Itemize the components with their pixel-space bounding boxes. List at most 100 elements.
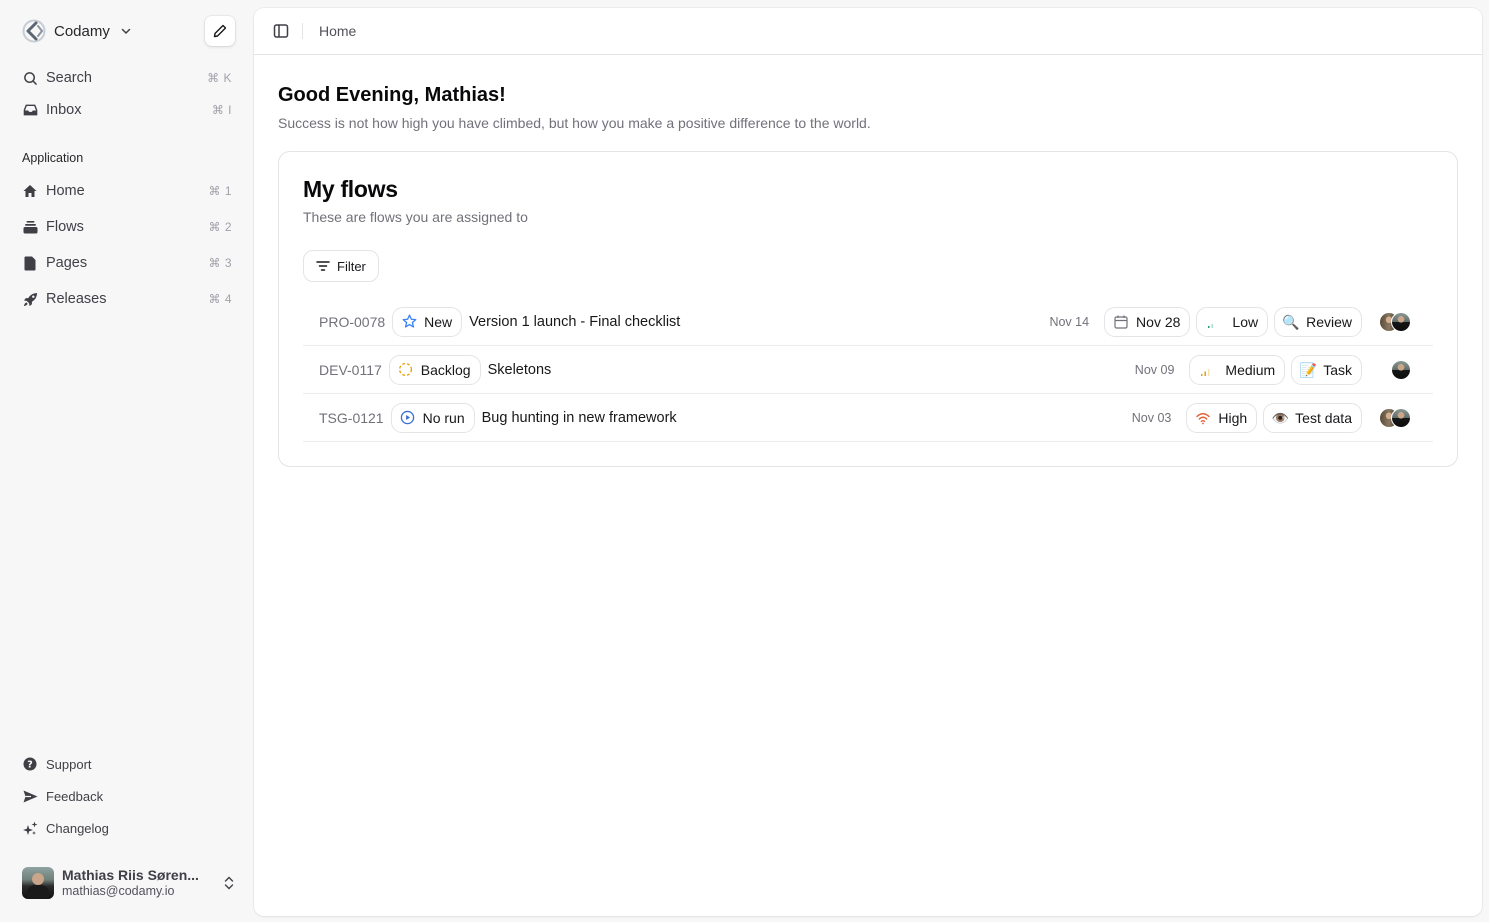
sidebar-item-changelog[interactable]: Changelog [14, 815, 240, 841]
flow-row[interactable]: PRO-0078 New Version 1 launch - Final ch… [303, 298, 1433, 346]
user-name: Mathias Riis Søren... [62, 867, 199, 883]
flow-id: PRO-0078 [319, 313, 386, 330]
pencil-icon [213, 24, 227, 38]
status-label: New [424, 313, 453, 330]
page-subtitle: Success is not how high you have climbed… [278, 115, 871, 131]
flow-date: Nov 14 [1049, 314, 1090, 329]
filter-button[interactable]: Filter [303, 250, 379, 282]
breadcrumb[interactable]: Home [319, 23, 356, 39]
priority-badge[interactable]: Low [1196, 306, 1269, 337]
status-badge[interactable]: New [392, 306, 463, 337]
avatar [1391, 407, 1411, 428]
question-circle-icon: ? [22, 756, 38, 772]
assignees[interactable] [1377, 359, 1411, 380]
signal-low-icon [1205, 314, 1221, 330]
toggle-sidebar-button[interactable] [272, 22, 290, 40]
workspace-switcher[interactable]: Codamy [22, 17, 132, 45]
card-title: My flows [303, 176, 398, 202]
due-date-label: Nov 28 [1136, 313, 1181, 330]
shortcut-hint: ⌘ 1 [208, 184, 232, 198]
workspace-name: Codamy [54, 22, 110, 40]
play-circle-icon [400, 410, 416, 426]
priority-badge[interactable]: Medium [1189, 354, 1286, 385]
flow-title: Bug hunting in new framework [481, 409, 677, 426]
priority-label: High [1218, 409, 1248, 426]
flow-row[interactable]: TSG-0121 No run Bug hunting in new frame… [303, 394, 1433, 442]
sidebar-item-search[interactable]: Search ⌘ K [14, 63, 240, 93]
sidebar-item-home[interactable]: Home ⌘ 1 [14, 176, 240, 206]
magnifier-emoji-icon: 🔍 [1282, 313, 1300, 330]
sidebar-item-label: Search [46, 70, 92, 86]
priority-badge[interactable]: High [1186, 402, 1258, 433]
page-icon [22, 255, 38, 271]
avatar [1391, 359, 1411, 380]
user-menu[interactable]: Mathias Riis Søren... mathias@codamy.io [22, 866, 236, 900]
assignees[interactable] [1377, 407, 1411, 428]
status-badge[interactable]: No run [390, 402, 475, 433]
rocket-icon [22, 291, 38, 307]
avatar [1391, 311, 1411, 332]
inbox-icon [22, 102, 38, 118]
type-badge[interactable]: 👁️ Test data [1263, 402, 1362, 433]
sidebar-item-label: Releases [46, 291, 107, 307]
flows-list: PRO-0078 New Version 1 launch - Final ch… [303, 298, 1433, 442]
flow-date: Nov 03 [1131, 410, 1172, 425]
sidebar-item-label: Home [46, 183, 85, 199]
divider [302, 23, 303, 39]
type-badge[interactable]: 🔍 Review [1274, 306, 1362, 337]
topbar: Home [254, 8, 1482, 55]
shortcut-hint: ⌘ 2 [208, 220, 232, 234]
status-badge[interactable]: Backlog [388, 354, 481, 385]
chevron-down-icon [121, 28, 131, 35]
flow-title: Skeletons [487, 361, 552, 378]
signal-high-icon [1195, 410, 1211, 426]
due-date-badge[interactable]: Nov 28 [1104, 306, 1191, 337]
user-email: mathias@codamy.io [62, 884, 175, 898]
sidebar-item-flows[interactable]: Flows ⌘ 2 [14, 212, 240, 242]
compose-button[interactable] [205, 16, 235, 46]
svg-text:?: ? [27, 760, 33, 771]
card-subtitle: These are flows you are assigned to [303, 209, 528, 225]
sidebar-item-support[interactable]: ? Support [14, 751, 240, 777]
flow-title: Version 1 launch - Final checklist [469, 313, 681, 330]
chevron-up-down-icon [224, 876, 234, 890]
user-avatar [22, 867, 54, 899]
sidebar: Codamy Search ⌘ K Inbox ⌘ I Application … [0, 0, 254, 922]
sidebar-item-label: Support [46, 756, 92, 772]
priority-label: Medium [1225, 361, 1276, 378]
type-label: Test data [1295, 409, 1352, 426]
calendar-icon [1113, 314, 1129, 330]
priority-label: Low [1232, 313, 1259, 330]
flow-row[interactable]: DEV-0117 Backlog Skeletons Nov 09 Medium… [303, 346, 1433, 394]
flow-id: TSG-0121 [319, 409, 384, 426]
main-panel: Home Good Evening, Mathias! Success is n… [254, 8, 1482, 916]
sidebar-item-label: Inbox [46, 102, 82, 118]
sidebar-item-label: Feedback [46, 788, 104, 804]
status-label: Backlog [420, 361, 471, 378]
my-flows-card: My flows These are flows you are assigne… [278, 151, 1458, 467]
sidebar-item-label: Changelog [46, 820, 109, 836]
sidebar-item-label: Pages [46, 255, 88, 271]
shortcut-hint: ⌘ I [211, 103, 232, 117]
type-badge[interactable]: 📝 Task [1291, 354, 1362, 385]
shortcut-hint: ⌘ 4 [208, 292, 232, 306]
filter-label: Filter [337, 258, 366, 274]
sidebar-item-inbox[interactable]: Inbox ⌘ I [14, 95, 240, 125]
sidebar-toggle-icon [273, 24, 289, 38]
page-title: Good Evening, Mathias! [278, 84, 506, 106]
filter-icon [316, 261, 330, 271]
sidebar-item-feedback[interactable]: Feedback [14, 783, 240, 809]
shortcut-hint: ⌘ 3 [208, 256, 232, 270]
type-label: Task [1323, 361, 1352, 378]
search-icon [22, 70, 38, 86]
section-label-application: Application [22, 151, 84, 165]
flow-id: DEV-0117 [319, 361, 382, 378]
memo-emoji-icon: 📝 [1299, 361, 1317, 378]
signal-medium-icon [1198, 362, 1214, 378]
status-label: No run [422, 409, 465, 426]
eye-emoji-icon: 👁️ [1271, 409, 1289, 426]
sidebar-item-pages[interactable]: Pages ⌘ 3 [14, 248, 240, 278]
sidebar-item-releases[interactable]: Releases ⌘ 4 [14, 284, 240, 314]
shortcut-hint: ⌘ K [207, 71, 232, 85]
assignees[interactable] [1377, 311, 1411, 332]
